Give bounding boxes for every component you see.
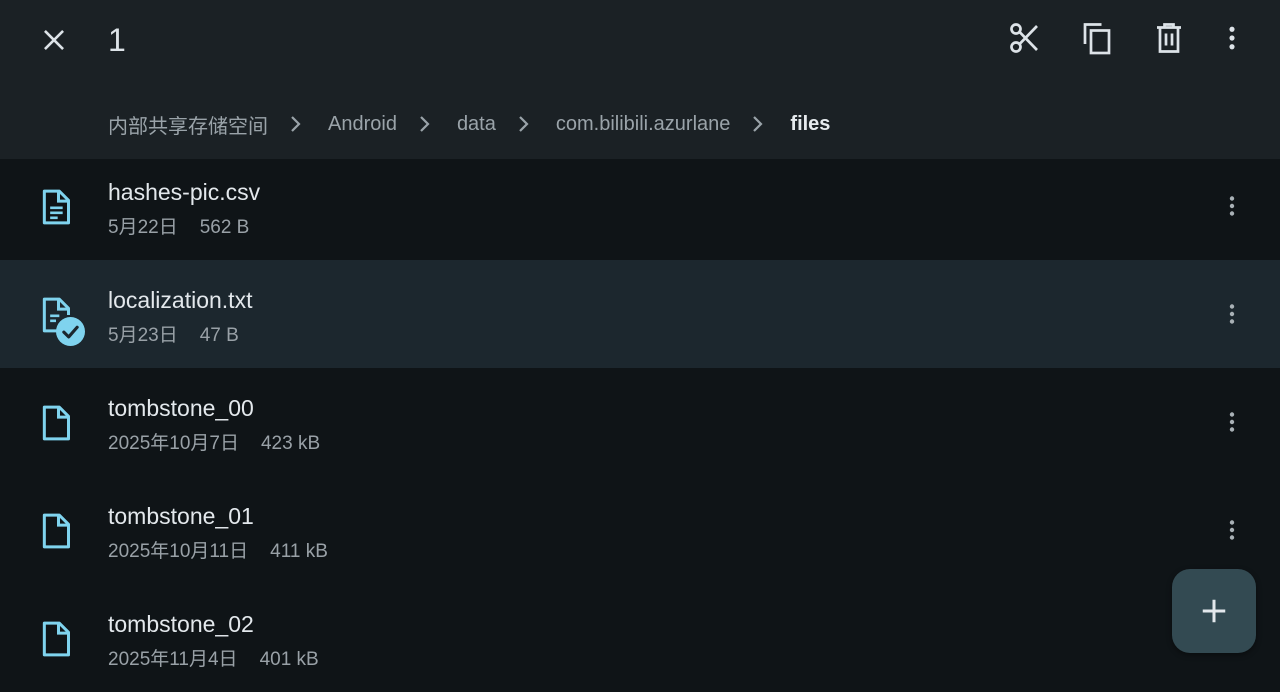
more-vert-icon bbox=[1229, 520, 1235, 540]
close-icon bbox=[44, 30, 64, 50]
check-circle-icon bbox=[56, 317, 85, 346]
delete-icon bbox=[1157, 23, 1181, 53]
breadcrumb-item-android[interactable]: Android bbox=[328, 113, 397, 136]
file-list: hashes-pic.csv 5月22日 562 B localization.t… bbox=[0, 159, 1280, 692]
chevron-right-icon bbox=[283, 112, 307, 136]
file-name: tombstone_00 bbox=[108, 395, 254, 421]
delete-button[interactable] bbox=[1145, 14, 1193, 62]
file-icon bbox=[42, 405, 70, 441]
file-row[interactable]: tombstone_00 2025年10月7日 423 kB bbox=[0, 368, 1280, 476]
file-date: 2025年11月4日 bbox=[108, 649, 238, 670]
file-size: 401 kB bbox=[259, 649, 319, 670]
file-date: 5月22日 bbox=[108, 217, 178, 238]
more-vert-icon bbox=[1229, 26, 1235, 50]
file-name: hashes-pic.csv bbox=[108, 179, 261, 205]
breadcrumb-item-package[interactable]: com.bilibili.azurlane bbox=[556, 113, 731, 136]
file-size: 411 kB bbox=[270, 541, 328, 562]
chevron-right-icon bbox=[745, 112, 769, 136]
more-vert-icon bbox=[1229, 196, 1235, 216]
add-fab-button[interactable] bbox=[1172, 569, 1256, 653]
cut-button[interactable] bbox=[1001, 14, 1049, 62]
file-row[interactable]: hashes-pic.csv 5月22日 562 B bbox=[0, 159, 1280, 260]
text-file-icon bbox=[42, 189, 70, 225]
breadcrumb-item-current[interactable]: files bbox=[790, 113, 830, 136]
file-date: 2025年10月11日 bbox=[108, 541, 249, 562]
file-name: localization.txt bbox=[108, 287, 253, 313]
file-more-button[interactable] bbox=[1208, 182, 1256, 230]
selection-count: 1 bbox=[108, 22, 126, 58]
more-options-button[interactable] bbox=[1208, 14, 1256, 62]
file-name: tombstone_02 bbox=[108, 611, 254, 637]
breadcrumb-item-data[interactable]: data bbox=[457, 113, 496, 136]
file-meta: 5月23日 47 B bbox=[108, 320, 239, 347]
breadcrumb-item-internal-storage[interactable]: 内部共享存储空间 bbox=[108, 110, 268, 139]
copy-button[interactable] bbox=[1073, 14, 1121, 62]
file-date: 5月23日 bbox=[108, 325, 178, 346]
copy-icon bbox=[1083, 23, 1111, 55]
file-more-button[interactable] bbox=[1208, 290, 1256, 338]
file-more-button[interactable] bbox=[1208, 506, 1256, 554]
file-more-button[interactable] bbox=[1208, 398, 1256, 446]
more-vert-icon bbox=[1229, 412, 1235, 432]
cut-icon bbox=[1010, 23, 1038, 53]
file-meta: 5月22日 562 B bbox=[108, 212, 249, 239]
file-row-selected[interactable]: localization.txt 5月23日 47 B bbox=[0, 260, 1280, 368]
file-row[interactable]: tombstone_02 2025年11月4日 401 kB bbox=[0, 584, 1280, 692]
file-icon bbox=[42, 513, 70, 549]
add-icon bbox=[1202, 599, 1226, 623]
file-name: tombstone_01 bbox=[108, 503, 254, 529]
close-selection-button[interactable] bbox=[30, 16, 78, 64]
file-size: 47 B bbox=[199, 325, 239, 346]
top-app-bar: 1 内部共享存储空间 Android data com.bilibili.azu… bbox=[0, 0, 1280, 159]
file-size: 423 kB bbox=[260, 433, 321, 454]
file-date: 2025年10月7日 bbox=[108, 433, 239, 454]
file-row[interactable]: tombstone_01 2025年10月11日 411 kB bbox=[0, 476, 1280, 584]
chevron-right-icon bbox=[412, 112, 436, 136]
file-icon bbox=[42, 621, 70, 657]
file-meta: 2025年10月7日 423 kB bbox=[108, 428, 320, 455]
file-meta: 2025年11月4日 401 kB bbox=[108, 644, 319, 671]
file-size: 562 B bbox=[199, 217, 250, 238]
file-meta: 2025年10月11日 411 kB bbox=[108, 536, 328, 563]
more-vert-icon bbox=[1229, 304, 1235, 324]
chevron-right-icon bbox=[511, 112, 535, 136]
breadcrumb: 内部共享存储空间 Android data com.bilibili.azurl… bbox=[108, 106, 830, 142]
